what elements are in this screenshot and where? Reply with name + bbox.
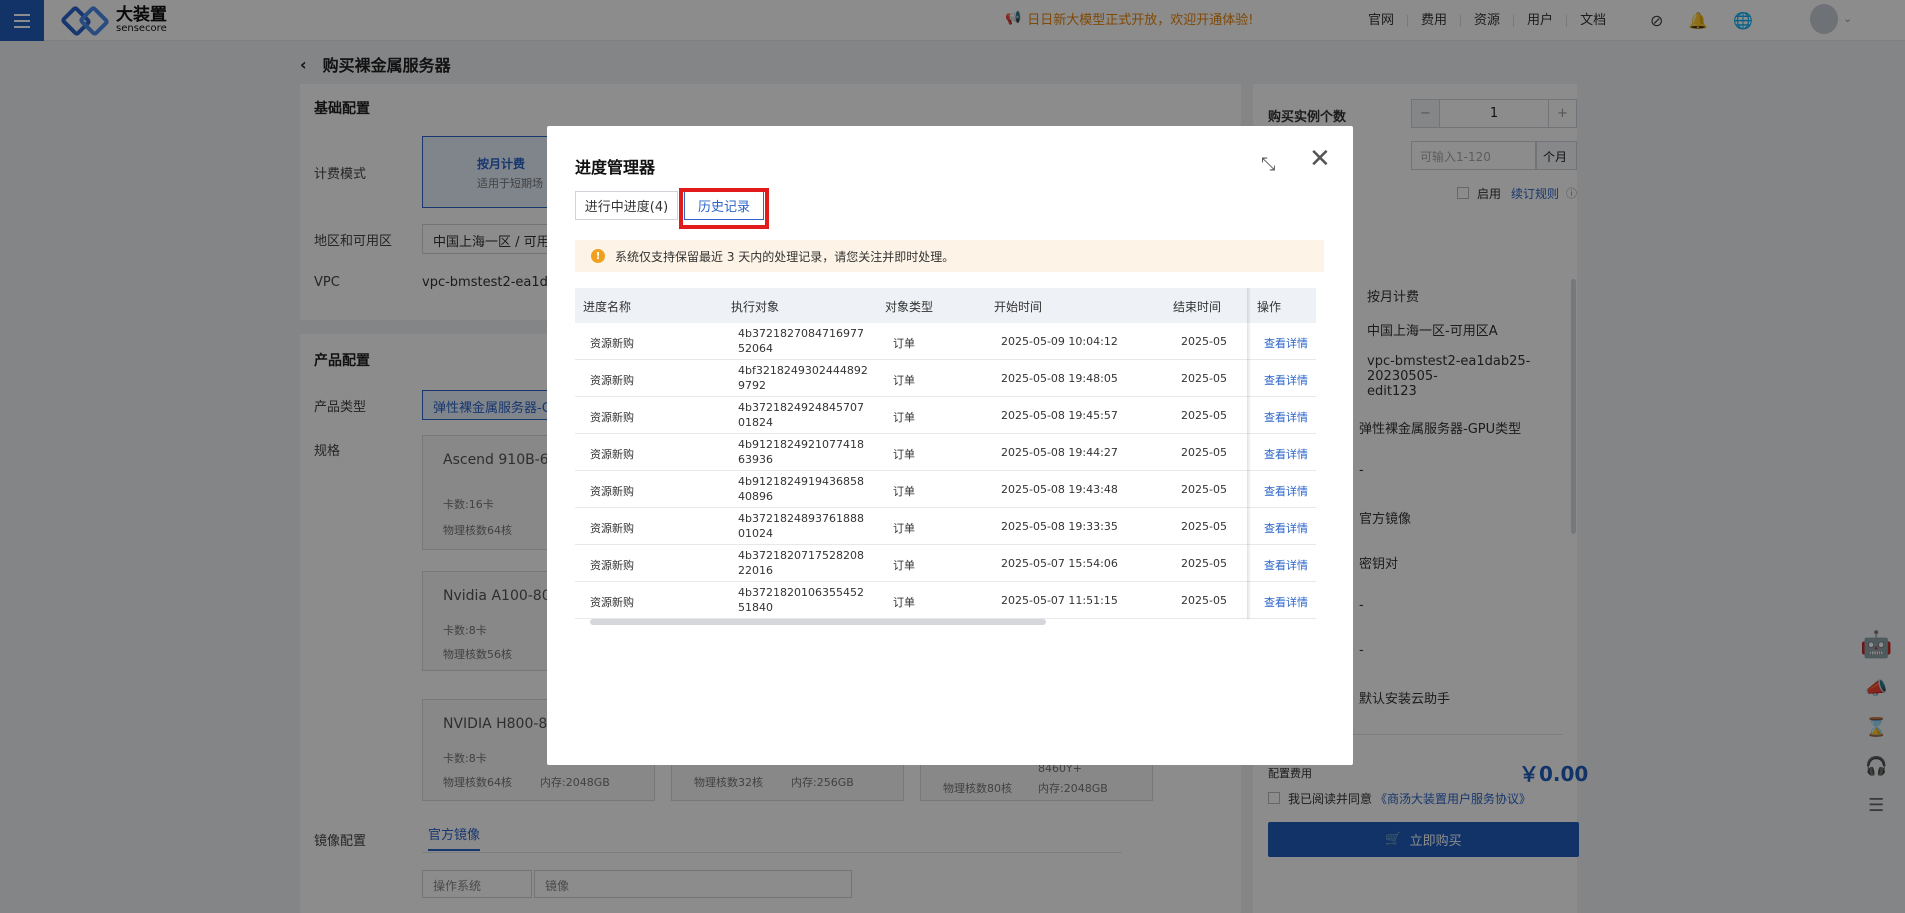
cell-type: 订单 [893,559,915,572]
cell-type: 订单 [893,522,915,535]
tab-in-progress[interactable]: 进行中进度(4) [575,191,678,220]
cell-object: 4b372182492484570701824 [738,401,864,429]
cell-end: 2025-05 [1181,483,1227,496]
table-row: 资源新购 4b372182071752820822016 订单 2025-05-… [575,545,1316,582]
view-details-link[interactable]: 查看详情 [1264,335,1308,351]
column-header: 执行对象 [731,300,780,314]
cell-end: 2025-05 [1181,446,1227,459]
cell-name: 资源新购 [590,337,634,350]
view-details-link[interactable]: 查看详情 [1264,557,1308,573]
cell-object: 4bf32182493024448929792 [738,364,868,392]
cell-start: 2025-05-08 19:44:27 [1001,446,1118,459]
cell-name: 资源新购 [590,485,634,498]
cell-name: 资源新购 [590,374,634,387]
column-header: 对象类型 [885,300,934,314]
cell-object: 4b372182071752820822016 [738,549,864,577]
cell-name: 资源新购 [590,596,634,609]
column-header: 开始时间 [994,300,1043,314]
cell-start: 2025-05-07 15:54:06 [1001,557,1118,570]
cell-type: 订单 [893,596,915,609]
cell-end: 2025-05 [1181,557,1227,570]
close-icon[interactable]: ✕ [1309,146,1331,172]
view-details-link[interactable]: 查看详情 [1264,446,1308,462]
table-row: 资源新购 4bf32182493024448929792 订单 2025-05-… [575,360,1316,397]
view-details-link[interactable]: 查看详情 [1264,483,1308,499]
table-row: 资源新购 4b372182010635545251840 订单 2025-05-… [575,582,1316,619]
view-details-link[interactable]: 查看详情 [1264,409,1308,425]
table-row: 资源新购 4b372182492484570701824 订单 2025-05-… [575,397,1316,434]
table-header: 进度名称 执行对象 对象类型 开始时间 结束时间 [575,288,1316,323]
table-row: 资源新购 4b912182492107741863936 订单 2025-05-… [575,434,1316,471]
cell-object: 4b372182010635545251840 [738,586,864,614]
column-header: 操作 [1257,300,1282,314]
highlight-box [679,188,769,229]
cell-end: 2025-05 [1181,520,1227,533]
dialog-title: 进度管理器 [575,158,656,177]
view-details-link[interactable]: 查看详情 [1264,594,1308,610]
cell-start: 2025-05-09 10:04:12 [1001,335,1118,348]
cell-end: 2025-05 [1181,594,1227,607]
cell-type: 订单 [893,448,915,461]
warning-icon: ! [591,249,605,263]
cell-name: 资源新购 [590,448,634,461]
cell-object: 4b372182489376188801024 [738,512,864,540]
view-details-link[interactable]: 查看详情 [1264,520,1308,536]
progress-manager-dialog: 进度管理器 ⤡ ✕ 进行中进度(4) 历史记录 ! 系统仅支持保留最近 3 天内… [547,126,1353,765]
cell-start: 2025-05-07 11:51:15 [1001,594,1118,607]
cell-type: 订单 [893,337,915,350]
cell-type: 订单 [893,485,915,498]
cell-start: 2025-05-08 19:43:48 [1001,483,1118,496]
cell-name: 资源新购 [590,522,634,535]
cell-start: 2025-05-08 19:45:57 [1001,409,1118,422]
view-details-link[interactable]: 查看详情 [1264,372,1308,388]
alert-text: 系统仅支持保留最近 3 天内的处理记录，请您关注并即时处理。 [615,249,955,264]
history-table: 进度名称 执行对象 对象类型 开始时间 结束时间 资源新购 4b37218270… [575,288,1316,628]
column-header: 结束时间 [1173,300,1222,314]
compress-icon[interactable]: ⤡ [1261,154,1275,175]
cell-start: 2025-05-08 19:48:05 [1001,372,1118,385]
cell-object: 4b912182492107741863936 [738,438,864,466]
table-row: 资源新购 4b372182708471697752064 订单 2025-05-… [575,323,1316,360]
cell-type: 订单 [893,374,915,387]
cell-end: 2025-05 [1181,409,1227,422]
cell-end: 2025-05 [1181,372,1227,385]
cell-object: 4b372182708471697752064 [738,327,864,355]
fixed-action-column: 操作 查看详情 查看详情 查看详情 查看详情 查看详情 查看详情 查看详情 查看… [1251,288,1316,619]
retention-alert: ! 系统仅支持保留最近 3 天内的处理记录，请您关注并即时处理。 [575,240,1324,272]
horizontal-scrollbar[interactable] [590,619,1046,625]
table-row: 资源新购 4b912182491943685840896 订单 2025-05-… [575,471,1316,508]
column-header: 进度名称 [583,300,632,314]
cell-object: 4b912182491943685840896 [738,475,864,503]
cell-start: 2025-05-08 19:33:35 [1001,520,1118,533]
table-row: 资源新购 4b372182489376188801024 订单 2025-05-… [575,508,1316,545]
cell-name: 资源新购 [590,559,634,572]
cell-type: 订单 [893,411,915,424]
cell-name: 资源新购 [590,411,634,424]
cell-end: 2025-05 [1181,335,1227,348]
